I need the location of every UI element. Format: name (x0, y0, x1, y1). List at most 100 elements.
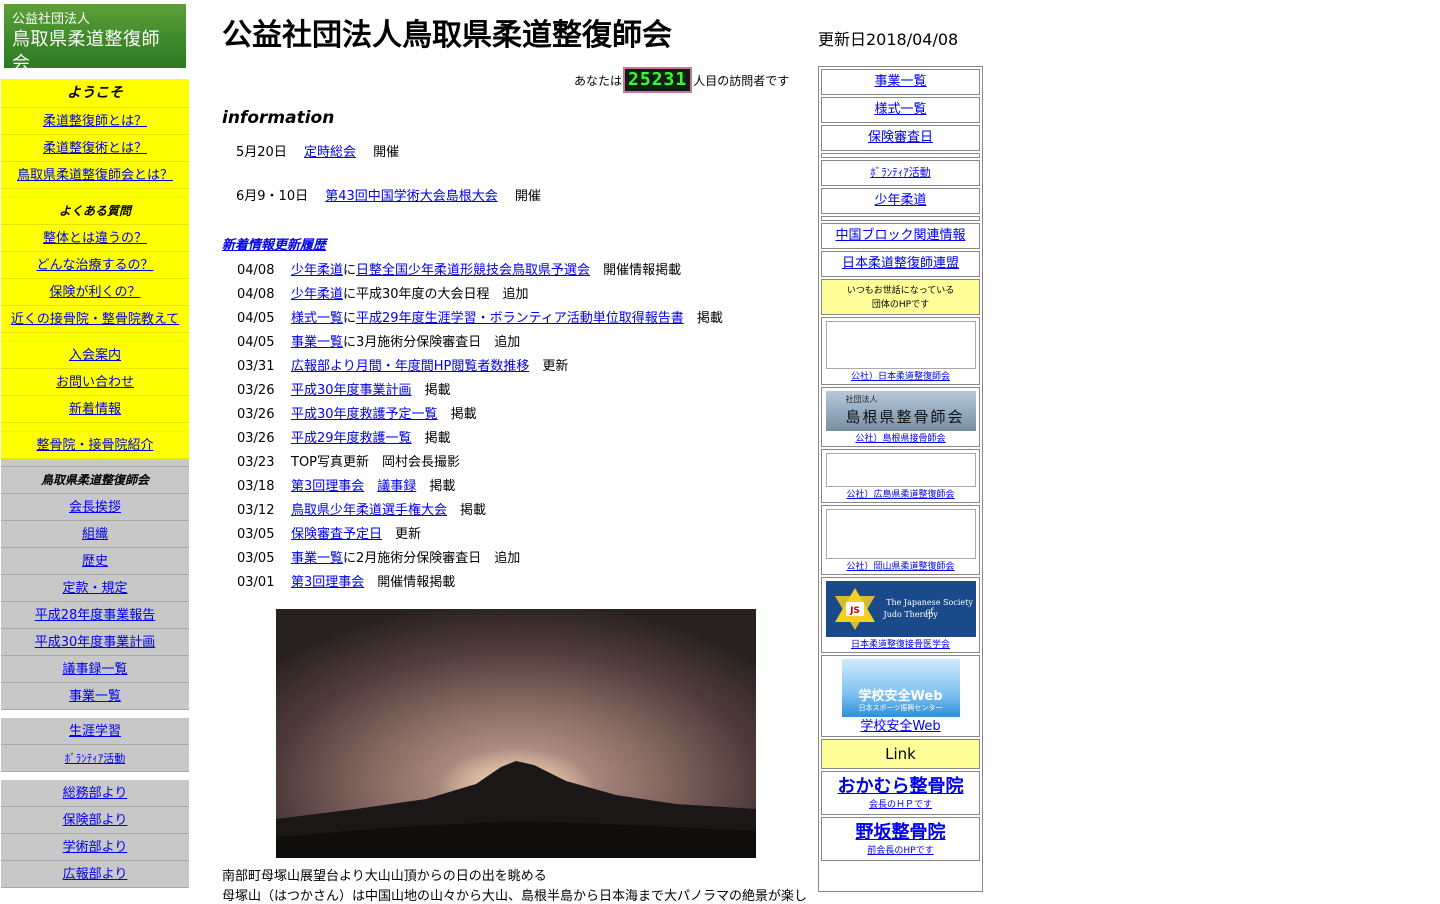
news-link[interactable]: 少年柔道 (291, 287, 343, 302)
broken-image-icon (825, 509, 976, 559)
banner-school-safety[interactable]: 学校安全Web 日本スポーツ振興センター 学校安全Web (821, 655, 980, 737)
news-link[interactable]: 少年柔道 (291, 263, 343, 278)
news-item: 03/23 TOP写真更新 岡村会長撮影 (237, 454, 723, 478)
right-link-volunteer[interactable]: ﾎﾞﾗﾝﾃｨｱ活動 (870, 166, 931, 179)
banner-caption-link[interactable]: 公社）岡山県柔道整復師会 (846, 562, 954, 572)
logo-line2: 鳥取県柔道整復師会 (12, 29, 160, 74)
news-date: 04/05 (237, 335, 275, 350)
sidebar-item-volunteer[interactable]: ﾎﾞﾗﾝﾃｨｱ活動 (65, 752, 126, 765)
sunrise-photo (276, 609, 756, 858)
clinic-nosaka-sub[interactable]: 前会長のHPです (867, 846, 933, 856)
news-history-link[interactable]: 新着情報更新履歴 (222, 234, 326, 253)
news-link[interactable]: 第3回理事会 (291, 575, 364, 590)
banner-caption-link[interactable]: 学校安全Web (860, 719, 940, 734)
sidebar-item-history[interactable]: 歴史 (82, 554, 108, 569)
updated-date: 更新日2018/04/08 (818, 30, 959, 49)
news-link[interactable]: 平成30年度救護予定一覧 (291, 407, 438, 422)
sidebar-item-insurance-dept[interactable]: 保険部より (63, 813, 128, 828)
news-date: 04/08 (237, 287, 275, 302)
news-link[interactable]: 日整全国少年柔道形競技会鳥取県予選会 (356, 263, 590, 278)
event-link-academic-conference[interactable]: 第43回中国学術大会島根大会 (325, 189, 498, 204)
banner-caption-link[interactable]: 公社）広島県柔道整復師会 (846, 490, 954, 500)
news-link[interactable]: 平成30年度事業計画 (291, 383, 412, 398)
right-link-forms[interactable]: 様式一覧 (874, 102, 926, 117)
sidebar-item-membership[interactable]: 入会案内 (69, 348, 121, 363)
event-date: 6月9・10日 (236, 189, 309, 204)
news-text: に2月施術分保険審査日 追加 (343, 551, 521, 566)
sidebar-item-faq-seitai[interactable]: 整体とは違うの？ (43, 231, 147, 246)
news-tail: 更新 (395, 527, 422, 542)
news-date: 03/05 (237, 527, 275, 542)
news-tail: 掲載 (696, 311, 723, 326)
sidebar-item-pr-dept[interactable]: 広報部より (63, 867, 128, 882)
banner-caption-link[interactable]: 公社）日本柔道整復師会 (851, 372, 950, 382)
news-link[interactable]: 平成29年度生涯学習・ボランティア活動単位取得報告書 (356, 311, 684, 326)
sidebar-item-general-affairs[interactable]: 総務部より (63, 786, 128, 801)
right-link-insurance-dates[interactable]: 保険審査日 (868, 130, 933, 145)
logo-line1: 公益社団法人 (12, 12, 91, 27)
news-link[interactable]: 事業一覧 (291, 551, 343, 566)
sidebar-item-lifelong-learning[interactable]: 生涯学習 (69, 724, 121, 739)
visitor-suffix: 人目の訪問者です (693, 73, 790, 88)
banner-shimane[interactable]: 社団法人 島根県整骨師会 公社）島根県接骨師会 (821, 387, 980, 447)
banner-okayama[interactable]: 公社）岡山県柔道整復師会 (821, 505, 980, 575)
sidebar-item-about-association[interactable]: 鳥取県柔道整復師会とは？ (17, 168, 173, 183)
sidebar-item-projects[interactable]: 事業一覧 (69, 689, 121, 704)
banner-judo-therapy-society[interactable]: JS The Japanese Society of Judo Therapy … (821, 577, 980, 653)
news-link[interactable]: 平成29年度救護一覧 (291, 431, 412, 446)
photo-description: 母塚山（はつかさん）は中国山地の山々から大山、島根半島から日本海まで大パノラマの… (222, 889, 806, 904)
news-date: 04/05 (237, 311, 275, 326)
sidebar-item-bylaws[interactable]: 定款・規定 (62, 581, 127, 596)
sidebar-item-contact[interactable]: お問い合わせ (56, 375, 134, 390)
banner-caption-link[interactable]: 公社）島根県接骨師会 (855, 434, 945, 444)
news-date: 03/01 (237, 575, 275, 590)
sidebar-item-clinics[interactable]: 整骨院・接骨院紹介 (36, 438, 153, 453)
sidebar-item-news[interactable]: 新着情報 (69, 402, 121, 417)
sidebar-item-minutes[interactable]: 議事録一覧 (62, 662, 127, 677)
banner-hiroshima[interactable]: 公社）広島県柔道整復師会 (821, 449, 980, 503)
sidebar-item-judo-therapy[interactable]: 柔道整復術とは？ (43, 141, 147, 156)
photo-caption: 南部町母塚山展望台より大山山頂からの日の出を眺める (222, 869, 547, 884)
banner-japan-judo-therapists[interactable]: 公社）日本柔道整復師会 (821, 317, 980, 385)
right-link-projects[interactable]: 事業一覧 (874, 74, 926, 89)
news-link[interactable]: 広報部より月間・年度間HP閲覧者数推移 (291, 359, 529, 374)
site-logo[interactable]: 公益社団法人 鳥取県柔道整復師会 (4, 4, 186, 74)
clinic-okamura[interactable]: おかむら整骨院 会長のＨＰです (821, 771, 980, 815)
news-link[interactable]: 保険審査予定日 (291, 527, 382, 542)
event-item: 5月20日 定時総会 開催 (236, 141, 399, 160)
sidebar-item-faq-treatment[interactable]: どんな治療するの？ (36, 258, 153, 273)
sidebar-gap (1, 710, 189, 718)
news-text: TOP写真更新 岡村会長撮影 (291, 455, 461, 470)
sidebar-item-report-h28[interactable]: 平成28年度事業報告 (35, 608, 156, 623)
clinic-okamura-link[interactable]: おかむら整骨院 (838, 776, 964, 797)
sidebar-item-faq-nearby[interactable]: 近くの接骨院・整骨院教えて (11, 312, 179, 327)
clinic-nosaka[interactable]: 野坂整骨院 前会長のHPです (821, 817, 980, 861)
sidebar-item-academic-dept[interactable]: 学術部より (63, 840, 128, 855)
right-link-federation[interactable]: 日本柔道整復師連盟 (842, 256, 959, 271)
news-link[interactable]: 議事録 (377, 479, 416, 494)
clinic-nosaka-link[interactable]: 野坂整骨院 (856, 822, 946, 843)
sidebar-item-greeting[interactable]: 会長挨拶 (69, 500, 121, 515)
news-date: 03/23 (237, 455, 275, 470)
sidebar-spacer (1, 459, 189, 467)
sidebar-item-faq-insurance[interactable]: 保険が利くの？ (49, 285, 140, 300)
page-title: 公益社団法人鳥取県柔道整復師会 (222, 18, 672, 53)
sidebar-item-plan-h30[interactable]: 平成30年度事業計画 (35, 635, 156, 650)
news-tail: 掲載 (450, 407, 477, 422)
news-link[interactable]: 鳥取県少年柔道選手権大会 (291, 503, 447, 518)
news-item: 03/05 事業一覧に2月施術分保険審査日 追加 (237, 550, 723, 574)
visitor-counter: あなたは 25231 人目の訪問者です (574, 67, 790, 93)
news-link[interactable]: 様式一覧 (291, 311, 343, 326)
sidebar-item-organization[interactable]: 組織 (82, 527, 108, 542)
event-link-general-meeting[interactable]: 定時総会 (304, 145, 356, 160)
news-link[interactable]: 第3回理事会 (291, 479, 364, 494)
news-date: 03/05 (237, 551, 275, 566)
sidebar-item-judo-therapist[interactable]: 柔道整復師とは？ (43, 114, 147, 129)
banner-caption-link[interactable]: 日本柔道整復接骨医学会 (851, 640, 950, 650)
news-item: 03/26 平成30年度救護予定一覧 掲載 (237, 406, 723, 430)
right-link-chugoku-block[interactable]: 中国ブロック関連情報 (835, 228, 965, 243)
news-link[interactable]: 事業一覧 (291, 335, 343, 350)
clinic-okamura-sub[interactable]: 会長のＨＰです (869, 800, 932, 810)
visitor-count: 25231 (623, 67, 693, 93)
right-link-youth-judo[interactable]: 少年柔道 (874, 193, 926, 208)
